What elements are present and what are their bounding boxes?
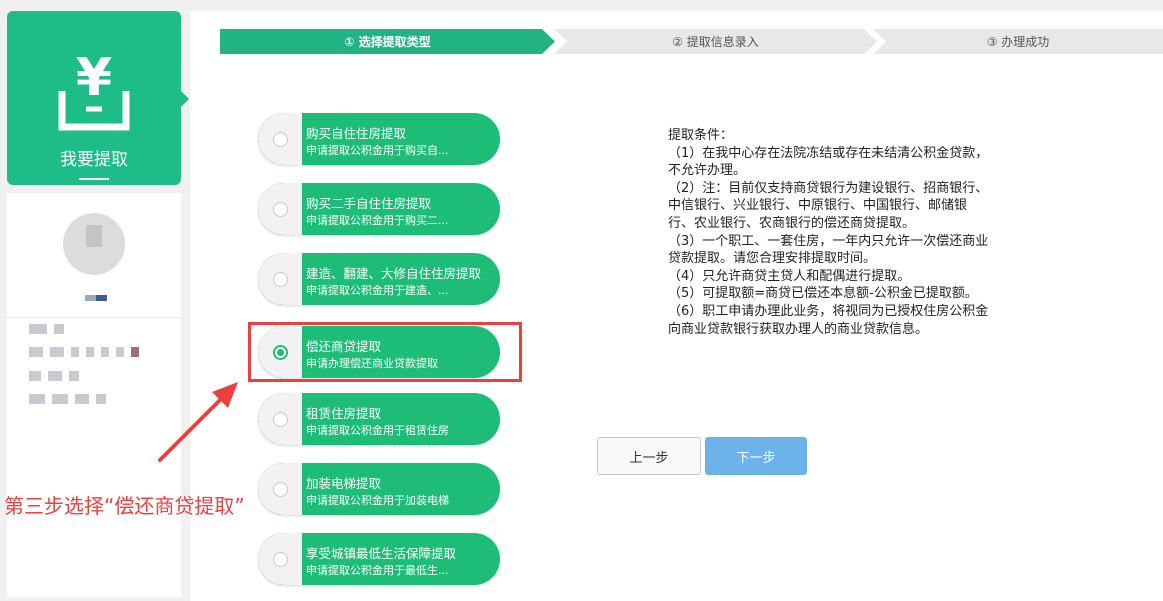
option-minimum-living-security[interactable]: 享受城镇最低生活保障提取 申请提取公积金用于最低生... [258,533,500,585]
radio-unchecked-icon[interactable] [272,481,288,497]
highlight-box [248,322,522,382]
option-buy-own-house[interactable]: 购买自住住房提取 申请提取公积金用于购买自... [258,113,500,165]
sidebar-title: 我要提取 [60,150,128,170]
yuan-withdraw-icon: ¥ [58,48,130,131]
svg-text:¥: ¥ [76,48,112,108]
option-title: 购买二手自住住房提取 [306,196,432,211]
condition-line: （3）一个职工、一套住房，一年内只允许一次偿还商业 [668,233,989,249]
radio-unchecked-icon[interactable] [272,411,288,427]
condition-line: 中信银行、兴业银行、中原银行、中国银行、邮储银 [668,198,968,214]
blurred-info-row [29,324,64,334]
blurred-info-row [29,394,106,404]
option-title: 享受城镇最低生活保障提取 [306,546,457,561]
option-rent-house[interactable]: 租赁住房提取 申请提取公积金用于租赁住房 [258,393,500,445]
option-title: 租赁住房提取 [306,406,382,421]
condition-line: （6）职工申请办理此业务，将视同为已授权住房公积金 [668,303,989,319]
radio-unchecked-icon[interactable] [272,201,288,217]
option-subtitle: 申请提取公积金用于购买自... [306,144,449,157]
option-buy-second-hand-house[interactable]: 购买二手自住住房提取 申请提取公积金用于购买二... [258,183,500,235]
conditions-heading: 提取条件： [668,128,734,143]
app-root: ¥ 我要提取 ① 选择提取类型 ② 提取信息录入 ③ 办理成功 购买自住住房提取… [0,0,1163,601]
condition-line: （2）注：目前仅支持商贷银行为建设银行、招商银行、 [668,180,989,196]
blurred-info-row [29,347,139,357]
next-step-button[interactable]: 下一步 [705,437,807,475]
condition-line: （5）可提取额=商贷已偿还本息额-公积金已提取额。 [668,286,978,302]
condition-line: （1）在我中心存在法院冻结或存在未结清公积金贷款， [668,145,989,161]
option-subtitle: 申请提取公积金用于租赁住房 [306,424,449,437]
user-avatar [63,213,125,275]
prev-step-button[interactable]: 上一步 [597,437,701,475]
option-title: 购买自住住房提取 [306,126,407,141]
option-subtitle: 申请提取公积金用于最低生... [306,564,449,577]
option-subtitle: 申请提取公积金用于建造、... [306,284,449,297]
step-enter-info: ② 提取信息录入 [554,29,877,54]
user-tag [85,295,107,301]
profile-divider [7,317,181,318]
annotation-text: 第三步选择“偿还商贷提取” [4,494,245,518]
radio-unchecked-icon[interactable] [272,131,288,147]
condition-line: 贷款提取。请您合理安排提取时间。 [668,251,877,267]
condition-line: 不允许办理。 [668,163,747,179]
step-success: ③ 办理成功 [873,29,1163,54]
sidebar-withdraw-tile[interactable]: ¥ 我要提取 [7,11,189,185]
option-title: 建造、翻建、大修自住住房提取 [306,266,482,281]
sidebar-underline [79,178,109,180]
radio-unchecked-icon[interactable] [272,271,288,287]
radio-unchecked-icon[interactable] [272,551,288,567]
step-select-type: ① 选择提取类型 [220,29,555,54]
condition-line: 向商业贷款银行获取办理人的商业贷款信息。 [668,321,929,337]
option-subtitle: 申请提取公积金用于加装电梯 [306,494,449,507]
annotation-arrow-icon [158,382,238,462]
option-subtitle: 申请提取公积金用于购买二... [306,214,449,227]
condition-line: 行、农业银行、农商银行的偿还商贷提取。 [668,215,916,231]
option-build-repair-house[interactable]: 建造、翻建、大修自住住房提取 申请提取公积金用于建造、... [258,253,500,305]
option-title: 加装电梯提取 [306,476,382,491]
withdraw-conditions: 提取条件： （1）在我中心存在法院冻结或存在未结清公积金贷款， 不允许办理。 （… [668,127,1058,338]
option-install-elevator[interactable]: 加装电梯提取 申请提取公积金用于加装电梯 [258,463,500,515]
blurred-info-row [29,371,79,381]
condition-line: （4）只允许商贷主贷人和配偶进行提取。 [668,268,911,284]
